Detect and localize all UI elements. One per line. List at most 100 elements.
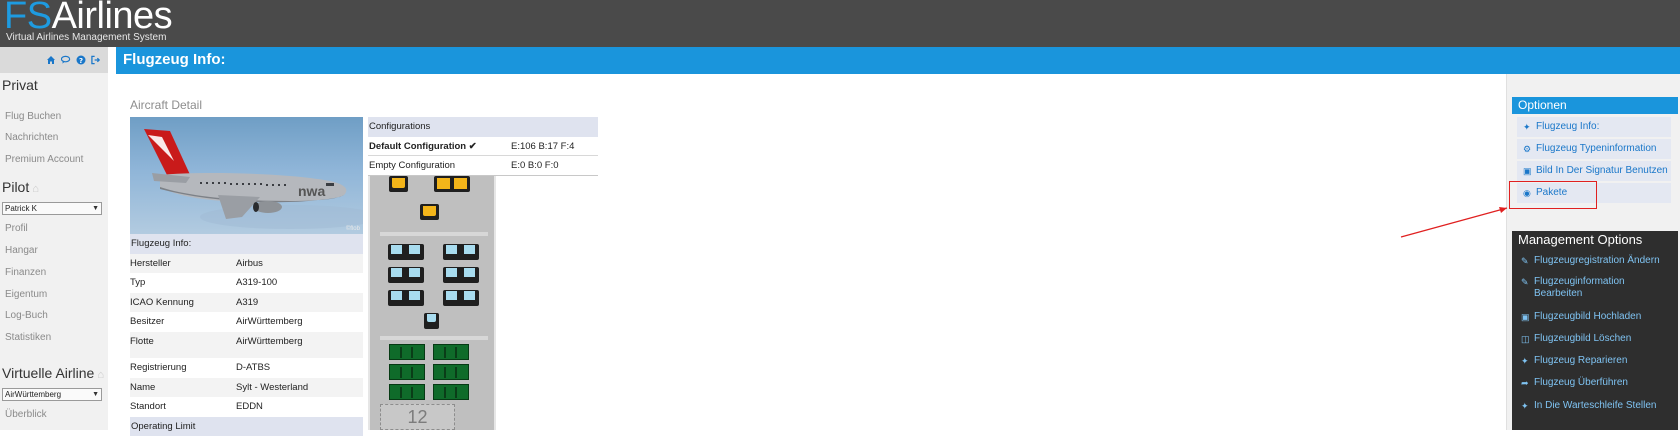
wrench-icon: ✦ <box>1521 355 1529 367</box>
seat-first <box>420 204 439 220</box>
chevron-down-icon: ▼ <box>92 389 99 400</box>
row-value: AirWürttemberg <box>236 312 303 332</box>
svg-text:?: ? <box>79 57 83 65</box>
mgmt-label: Flugzeug Reparieren <box>1534 355 1627 366</box>
management-options-panel: Management Options ✎Flugzeugregistration… <box>1512 231 1678 430</box>
seat-economy-block <box>433 384 469 400</box>
option-label: Bild In Der Signatur Benutzen <box>1536 165 1668 176</box>
annotation-highlight-box <box>1509 181 1597 209</box>
config-name: Default Configuration <box>369 141 466 152</box>
seat-map: 12 <box>368 176 496 430</box>
plane-icon: ✦ <box>1523 117 1533 137</box>
table-row: RegistrierungD-ATBS <box>130 358 363 378</box>
sidebar-item-hangar[interactable]: Hangar <box>5 245 38 256</box>
config-row-empty[interactable]: Empty Configuration E:0 B:0 F:0 <box>368 156 598 176</box>
row-value: D-ATBS <box>236 358 270 378</box>
row-label: Name <box>130 378 155 398</box>
livery-text: nwa <box>298 183 325 199</box>
image-icon: ▣ <box>1523 161 1533 181</box>
option-flugzeug-typeninformation[interactable]: ⚙Flugzeug Typeninformation <box>1517 139 1671 159</box>
row-value: Sylt - Westerland <box>236 378 308 398</box>
info-heading: Flugzeug Info: <box>130 234 363 254</box>
row-value: A319 <box>236 293 258 313</box>
option-flugzeug-info[interactable]: ✦Flugzeug Info: <box>1517 117 1671 137</box>
seat-first-pair <box>434 176 470 192</box>
chevron-down-icon: ▼ <box>92 203 99 214</box>
home-icon[interactable]: ⌂ <box>32 183 39 195</box>
wrench-icon: ✦ <box>1521 400 1529 412</box>
sidebar-item-nachrichten[interactable]: Nachrichten <box>5 132 58 143</box>
sidebar-item-flug-buchen[interactable]: Flug Buchen <box>5 111 61 122</box>
seat-business-pair <box>388 244 424 260</box>
fsairlines-logo[interactable]: FSAirlines <box>4 0 172 35</box>
airline-select[interactable]: AirWürttemberg▼ <box>2 388 102 401</box>
share-icon: ➦ <box>1521 377 1529 389</box>
checkmark-icon: ✔ <box>469 141 477 152</box>
virtuelle-airline-heading: Virtuelle Airline⌂ <box>2 365 104 381</box>
mgmt-label: Flugzeugregistration Ändern <box>1534 255 1660 266</box>
operating-limit-heading: Operating Limit <box>130 417 363 436</box>
page-title: Flugzeug Info: <box>123 51 225 68</box>
sidebar-item-finanzen[interactable]: Finanzen <box>5 267 46 278</box>
aircraft-info-table: Flugzeug Info: Hersteller Airbus Typ A319-… <box>130 234 363 436</box>
sidebar-item-ueberblick[interactable]: Überblick <box>5 409 47 420</box>
seat-business-pair <box>443 267 479 283</box>
annotation-arrow <box>1395 201 1513 241</box>
seat-economy-block <box>389 364 425 380</box>
config-value: E:0 B:0 F:0 <box>511 156 559 176</box>
row-value: A319-100 <box>236 273 277 293</box>
home-icon[interactable] <box>46 55 56 65</box>
row-label: Besitzer <box>130 312 164 332</box>
seat-business <box>424 313 439 329</box>
table-row: Hersteller Airbus <box>130 254 363 274</box>
seat-first <box>389 176 408 192</box>
aircraft-photo: nwa ©flob <box>130 117 363 234</box>
pencil-icon: ✎ <box>1521 276 1529 288</box>
seat-economy-block <box>433 344 469 360</box>
mgmt-label: Flugzeugbild Löschen <box>1534 333 1631 344</box>
logout-icon[interactable] <box>91 55 101 65</box>
mgmt-label: In Die Warteschleife Stellen <box>1534 400 1656 411</box>
logo-subtitle: Virtual Airlines Management System <box>6 32 166 43</box>
seat-business-pair <box>443 244 479 260</box>
mgmt-flugzeug-ueberfuehren[interactable]: ➦Flugzeug Überführen <box>1521 377 1673 389</box>
trash-icon: ◫ <box>1521 333 1530 345</box>
table-row: FlotteAirWürttemberg <box>130 332 363 352</box>
configurations-table: Configurations Default Configuration ✔ E… <box>368 117 598 176</box>
row-value: Airbus <box>236 254 263 274</box>
section-title: Aircraft Detail <box>130 98 202 112</box>
sidebar-item-statistiken[interactable]: Statistiken <box>5 332 51 343</box>
left-sidebar: ? Privat Flug Buchen Nachrichten Premium… <box>0 47 108 430</box>
config-row-default[interactable]: Default Configuration ✔ E:106 B:17 F:4 <box>368 137 598 157</box>
seat-economy-block <box>389 384 425 400</box>
sidebar-item-log-buch[interactable]: Log-Buch <box>5 310 48 321</box>
row-label: Flotte <box>130 332 154 352</box>
row-label: Hersteller <box>130 254 171 274</box>
sidebar-item-profil[interactable]: Profil <box>5 223 28 234</box>
pilot-heading: Pilot⌂ <box>2 179 39 195</box>
mgmt-flugzeugbild-loeschen[interactable]: ◫ Flugzeugbild Löschen <box>1521 333 1673 345</box>
table-row: Name Sylt - Westerland <box>130 378 363 398</box>
mgmt-warteschleife-stellen[interactable]: ✦ In Die Warteschleife Stellen <box>1521 400 1673 412</box>
config-value: E:106 B:17 F:4 <box>511 137 574 157</box>
pilot-select[interactable]: Patrick K▼ <box>2 202 102 215</box>
option-bild-in-signatur[interactable]: ▣Bild In Der Signatur Benutzen <box>1517 161 1671 181</box>
row-label: Typ <box>130 273 145 293</box>
mgmt-flugzeugregistration-aendern[interactable]: ✎Flugzeugregistration Ändern <box>1521 255 1673 267</box>
help-icon[interactable]: ? <box>76 55 86 65</box>
sidebar-item-premium-account[interactable]: Premium Account <box>5 154 83 165</box>
home-icon[interactable]: ⌂ <box>97 369 104 381</box>
page-title-bar: Flugzeug Info: <box>116 47 1680 74</box>
sidebar-item-eigentum[interactable]: Eigentum <box>5 289 47 300</box>
config-name: Empty Configuration <box>369 156 455 176</box>
mgmt-flugzeugbild-hochladen[interactable]: ▣Flugzeugbild Hochladen <box>1521 311 1673 323</box>
table-row: ICAO KennungA319 <box>130 293 363 313</box>
chat-icon[interactable] <box>61 55 71 65</box>
mgmt-flugzeuginformation-bearbeiten[interactable]: ✎Flugzeuginformation Bearbeiten <box>1521 276 1673 300</box>
row-value: EDDN <box>236 397 263 417</box>
mgmt-flugzeug-reparieren[interactable]: ✦ Flugzeug Reparieren <box>1521 355 1673 367</box>
management-heading: Management Options <box>1518 232 1642 247</box>
seat-economy-block <box>433 364 469 380</box>
quick-icons-bar: ? <box>0 47 108 73</box>
table-row: Besitzer AirWürttemberg <box>130 312 363 332</box>
